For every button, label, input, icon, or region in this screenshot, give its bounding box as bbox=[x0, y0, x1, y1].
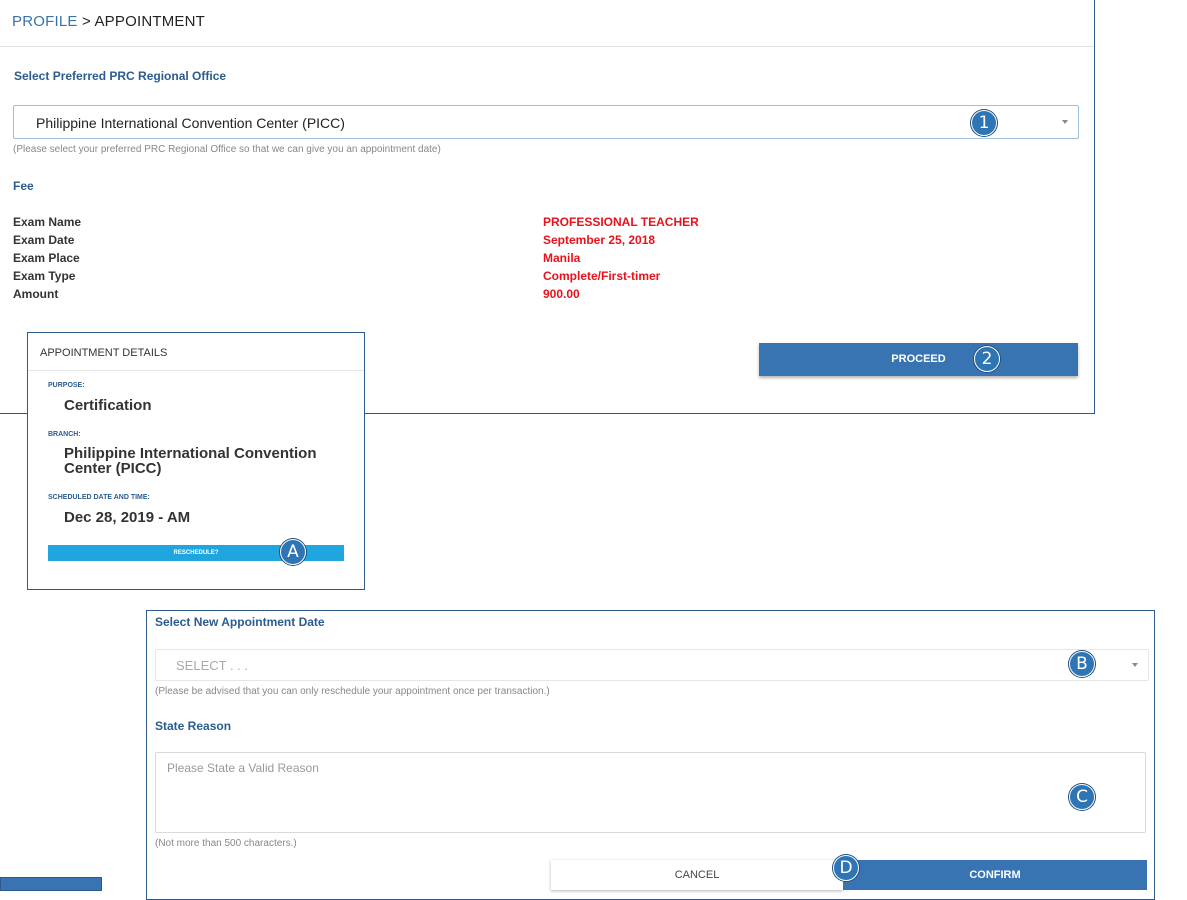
reason-label: State Reason bbox=[155, 719, 232, 733]
office-select-label: Select Preferred PRC Regional Office bbox=[14, 69, 227, 83]
chevron-down-icon bbox=[1132, 663, 1138, 667]
header-divider bbox=[0, 46, 1094, 47]
purpose-label: PURPOSE: bbox=[48, 382, 85, 389]
fee-heading: Fee bbox=[13, 179, 34, 193]
marker-b-badge: B bbox=[1069, 651, 1095, 677]
marker-2-badge: 2 bbox=[974, 346, 1000, 372]
fee-label-exam-place: Exam Place bbox=[13, 251, 80, 265]
cancel-button[interactable]: CANCEL bbox=[551, 860, 843, 890]
new-date-label: Select New Appointment Date bbox=[155, 615, 325, 629]
breadcrumb-separator: > bbox=[77, 13, 95, 30]
breadcrumb-profile-link[interactable]: PROFILE bbox=[12, 13, 78, 30]
branch-label: BRANCH: bbox=[48, 431, 81, 438]
reason-textarea[interactable]: Please State a Valid Reason bbox=[155, 752, 1146, 833]
marker-c-badge: C bbox=[1069, 784, 1095, 810]
card-title: APPOINTMENT DETAILS bbox=[40, 347, 168, 359]
card-divider bbox=[28, 370, 364, 371]
confirm-button[interactable]: CONFIRM bbox=[843, 860, 1147, 890]
fee-value-exam-date: September 25, 2018 bbox=[543, 233, 656, 247]
fee-value-exam-type: Complete/First-timer bbox=[543, 269, 661, 283]
new-date-select[interactable]: SELECT . . . bbox=[155, 649, 1149, 681]
office-select-hint: (Please select your preferred PRC Region… bbox=[13, 144, 441, 155]
fee-value-amount: 900.00 bbox=[543, 287, 580, 301]
fee-label-exam-type: Exam Type bbox=[13, 269, 76, 283]
purpose-value: Certification bbox=[64, 397, 152, 414]
reschedule-panel: Select New Appointment Date SELECT . . .… bbox=[146, 610, 1155, 900]
proceed-button[interactable]: PROCEED bbox=[759, 343, 1078, 376]
reason-placeholder: Please State a Valid Reason bbox=[167, 761, 319, 775]
breadcrumb: PROFILE > APPOINTMENT bbox=[12, 13, 205, 30]
fee-value-exam-name: PROFESSIONAL TEACHER bbox=[543, 215, 699, 229]
fee-label-exam-name: Exam Name bbox=[13, 215, 82, 229]
new-date-placeholder: SELECT . . . bbox=[176, 658, 249, 673]
office-select-value: Philippine International Convention Cent… bbox=[36, 115, 345, 131]
marker-1-badge: 1 bbox=[971, 110, 997, 136]
branch-value: Philippine International Convention Cent… bbox=[64, 445, 317, 477]
chevron-down-icon bbox=[1062, 120, 1068, 124]
reason-hint: (Not more than 500 characters.) bbox=[155, 838, 297, 849]
marker-d-badge: D bbox=[833, 855, 859, 881]
fee-label-exam-date: Exam Date bbox=[13, 233, 75, 247]
marker-a-badge: A bbox=[280, 539, 306, 565]
breadcrumb-current: APPOINTMENT bbox=[94, 13, 206, 30]
fee-value-exam-place: Manila bbox=[543, 251, 581, 265]
new-date-hint: (Please be advised that you can only res… bbox=[155, 686, 550, 697]
office-select[interactable]: Philippine International Convention Cent… bbox=[13, 105, 1079, 139]
fee-label-amount: Amount bbox=[13, 287, 59, 301]
appointment-details-card: APPOINTMENT DETAILS PURPOSE: Certificati… bbox=[27, 332, 365, 590]
schedule-label: SCHEDULED DATE AND TIME: bbox=[48, 494, 150, 501]
schedule-value: Dec 28, 2019 - AM bbox=[64, 509, 191, 526]
